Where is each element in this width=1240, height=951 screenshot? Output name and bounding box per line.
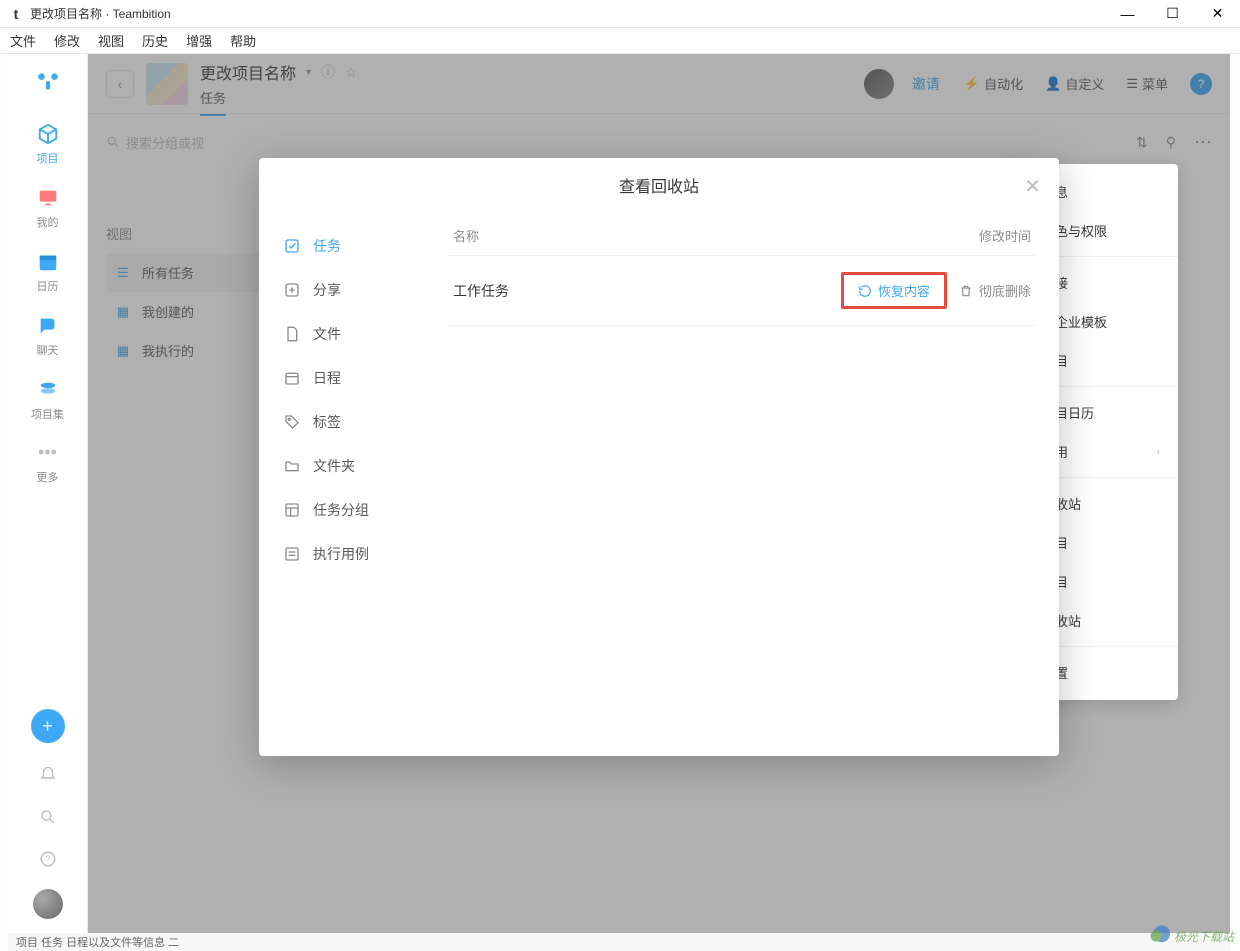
check-square-icon <box>283 237 301 255</box>
watermark-text: 极光下载站 <box>1174 928 1234 945</box>
sidebar-item-label: 项目集 <box>31 406 64 422</box>
trash-icon <box>959 284 973 298</box>
menubar: 文件 修改 视图 历史 增强 帮助 <box>0 28 1240 54</box>
ms-tasks[interactable]: 任务 <box>259 224 437 268</box>
menu-file[interactable]: 文件 <box>10 31 36 50</box>
cube-icon <box>36 122 60 146</box>
app-icon: t <box>8 6 24 22</box>
restore-button[interactable]: 恢复内容 <box>841 272 947 309</box>
right-edge-strip <box>1230 54 1240 933</box>
help-circle-icon: ? <box>39 850 57 868</box>
ms-share[interactable]: 分享 <box>259 268 437 312</box>
left-edge-strip <box>0 54 8 951</box>
ms-label: 任务 <box>313 236 341 256</box>
restore-label: 恢复内容 <box>878 281 930 300</box>
calendar-icon <box>36 250 60 274</box>
search-icon <box>39 808 57 826</box>
delete-label: 彻底删除 <box>979 281 1031 300</box>
menu-help[interactable]: 帮助 <box>230 31 256 50</box>
tag-icon <box>283 413 301 431</box>
svg-text:?: ? <box>45 854 50 864</box>
menu-enhance[interactable]: 增强 <box>186 31 212 50</box>
close-button[interactable]: ✕ <box>1195 0 1240 27</box>
folder-icon <box>283 457 301 475</box>
modal-columns: 名称 修改时间 <box>449 212 1035 255</box>
calendar-icon <box>283 369 301 387</box>
bell-icon <box>39 766 57 784</box>
sidebar-item-label: 聊天 <box>37 342 59 358</box>
minimize-button[interactable]: — <box>1105 0 1150 27</box>
ms-label: 标签 <box>313 412 341 432</box>
bottom-text: 项目 任务 日程以及文件等信息 二 <box>16 934 179 950</box>
recycle-bin-modal: 查看回收站 ✕ 任务 分享 文件 <box>259 158 1059 756</box>
sidebar-item-projectset[interactable]: 项目集 <box>31 378 64 422</box>
ms-label: 执行用例 <box>313 544 369 564</box>
chat-icon <box>36 314 60 338</box>
list-check-icon <box>283 545 301 563</box>
menu-history[interactable]: 历史 <box>142 31 168 50</box>
table-row: 工作任务 恢复内容 彻底删除 <box>449 255 1035 326</box>
main-content: ‹ 更改项目名称 ▾ ⓘ ☆ 任务 邀请 ⚡ 自动化 <box>88 54 1230 933</box>
modal-title: 查看回收站 <box>619 173 699 197</box>
ms-schedule[interactable]: 日程 <box>259 356 437 400</box>
watermark: 极光下载站 <box>1142 925 1234 947</box>
restore-icon <box>858 284 872 298</box>
plus-icon: + <box>42 716 53 737</box>
col-time: 修改时间 <box>979 226 1031 245</box>
ms-folders[interactable]: 文件夹 <box>259 444 437 488</box>
window-title: 更改项目名称 · Teambition <box>30 5 1105 22</box>
sidebar: 项目 我的 日历 聊天 项目集 ••• 更多 + <box>8 54 88 933</box>
watermark-icon <box>1142 925 1170 947</box>
ms-task-groups[interactable]: 任务分组 <box>259 488 437 532</box>
sidebar-item-label: 项目 <box>37 150 59 166</box>
sidebar-item-more[interactable]: ••• 更多 <box>37 442 59 485</box>
stack-icon <box>36 378 60 402</box>
sidebar-item-label: 我的 <box>37 214 59 230</box>
sidebar-item-label: 更多 <box>37 469 59 485</box>
sidebar-item-project[interactable]: 项目 <box>36 122 60 166</box>
search-button[interactable] <box>36 805 60 829</box>
modal-close-button[interactable]: ✕ <box>1024 174 1041 199</box>
delete-permanent-button[interactable]: 彻底删除 <box>959 281 1031 300</box>
window-titlebar: t 更改项目名称 · Teambition — ☐ ✕ <box>0 0 1240 28</box>
ms-label: 日程 <box>313 368 341 388</box>
bell-button[interactable] <box>36 763 60 787</box>
user-avatar[interactable] <box>33 889 63 919</box>
row-name: 工作任务 <box>453 281 841 301</box>
sidebar-item-calendar[interactable]: 日历 <box>36 250 60 294</box>
teambition-logo[interactable] <box>35 68 61 94</box>
close-icon: ✕ <box>1024 176 1041 198</box>
ms-files[interactable]: 文件 <box>259 312 437 356</box>
file-icon <box>283 325 301 343</box>
modal-main: 名称 修改时间 工作任务 恢复内容 彻底删除 <box>437 212 1059 756</box>
modal-header: 查看回收站 ✕ <box>259 158 1059 212</box>
sidebar-item-chat[interactable]: 聊天 <box>36 314 60 358</box>
more-dots-icon: ••• <box>38 442 57 463</box>
menu-view[interactable]: 视图 <box>98 31 124 50</box>
app-body: 项目 我的 日历 聊天 项目集 ••• 更多 + <box>8 54 1230 933</box>
menu-edit[interactable]: 修改 <box>54 31 80 50</box>
col-name: 名称 <box>453 226 979 245</box>
sidebar-item-mine[interactable]: 我的 <box>36 186 60 230</box>
maximize-button[interactable]: ☐ <box>1150 0 1195 27</box>
ms-label: 分享 <box>313 280 341 300</box>
ms-label: 任务分组 <box>313 500 369 520</box>
help-button[interactable]: ? <box>36 847 60 871</box>
layout-icon <box>283 501 301 519</box>
modal-sidebar: 任务 分享 文件 日程 <box>259 212 437 756</box>
share-icon <box>283 281 301 299</box>
ms-label: 文件夹 <box>313 456 355 476</box>
bottom-strip: 项目 任务 日程以及文件等信息 二 <box>8 933 1230 951</box>
sidebar-item-label: 日历 <box>37 278 59 294</box>
ms-label: 文件 <box>313 324 341 344</box>
ms-test-cases[interactable]: 执行用例 <box>259 532 437 576</box>
ms-tags[interactable]: 标签 <box>259 400 437 444</box>
chevron-right-icon: › <box>1156 446 1160 458</box>
add-button[interactable]: + <box>31 709 65 743</box>
monitor-icon <box>36 186 60 210</box>
